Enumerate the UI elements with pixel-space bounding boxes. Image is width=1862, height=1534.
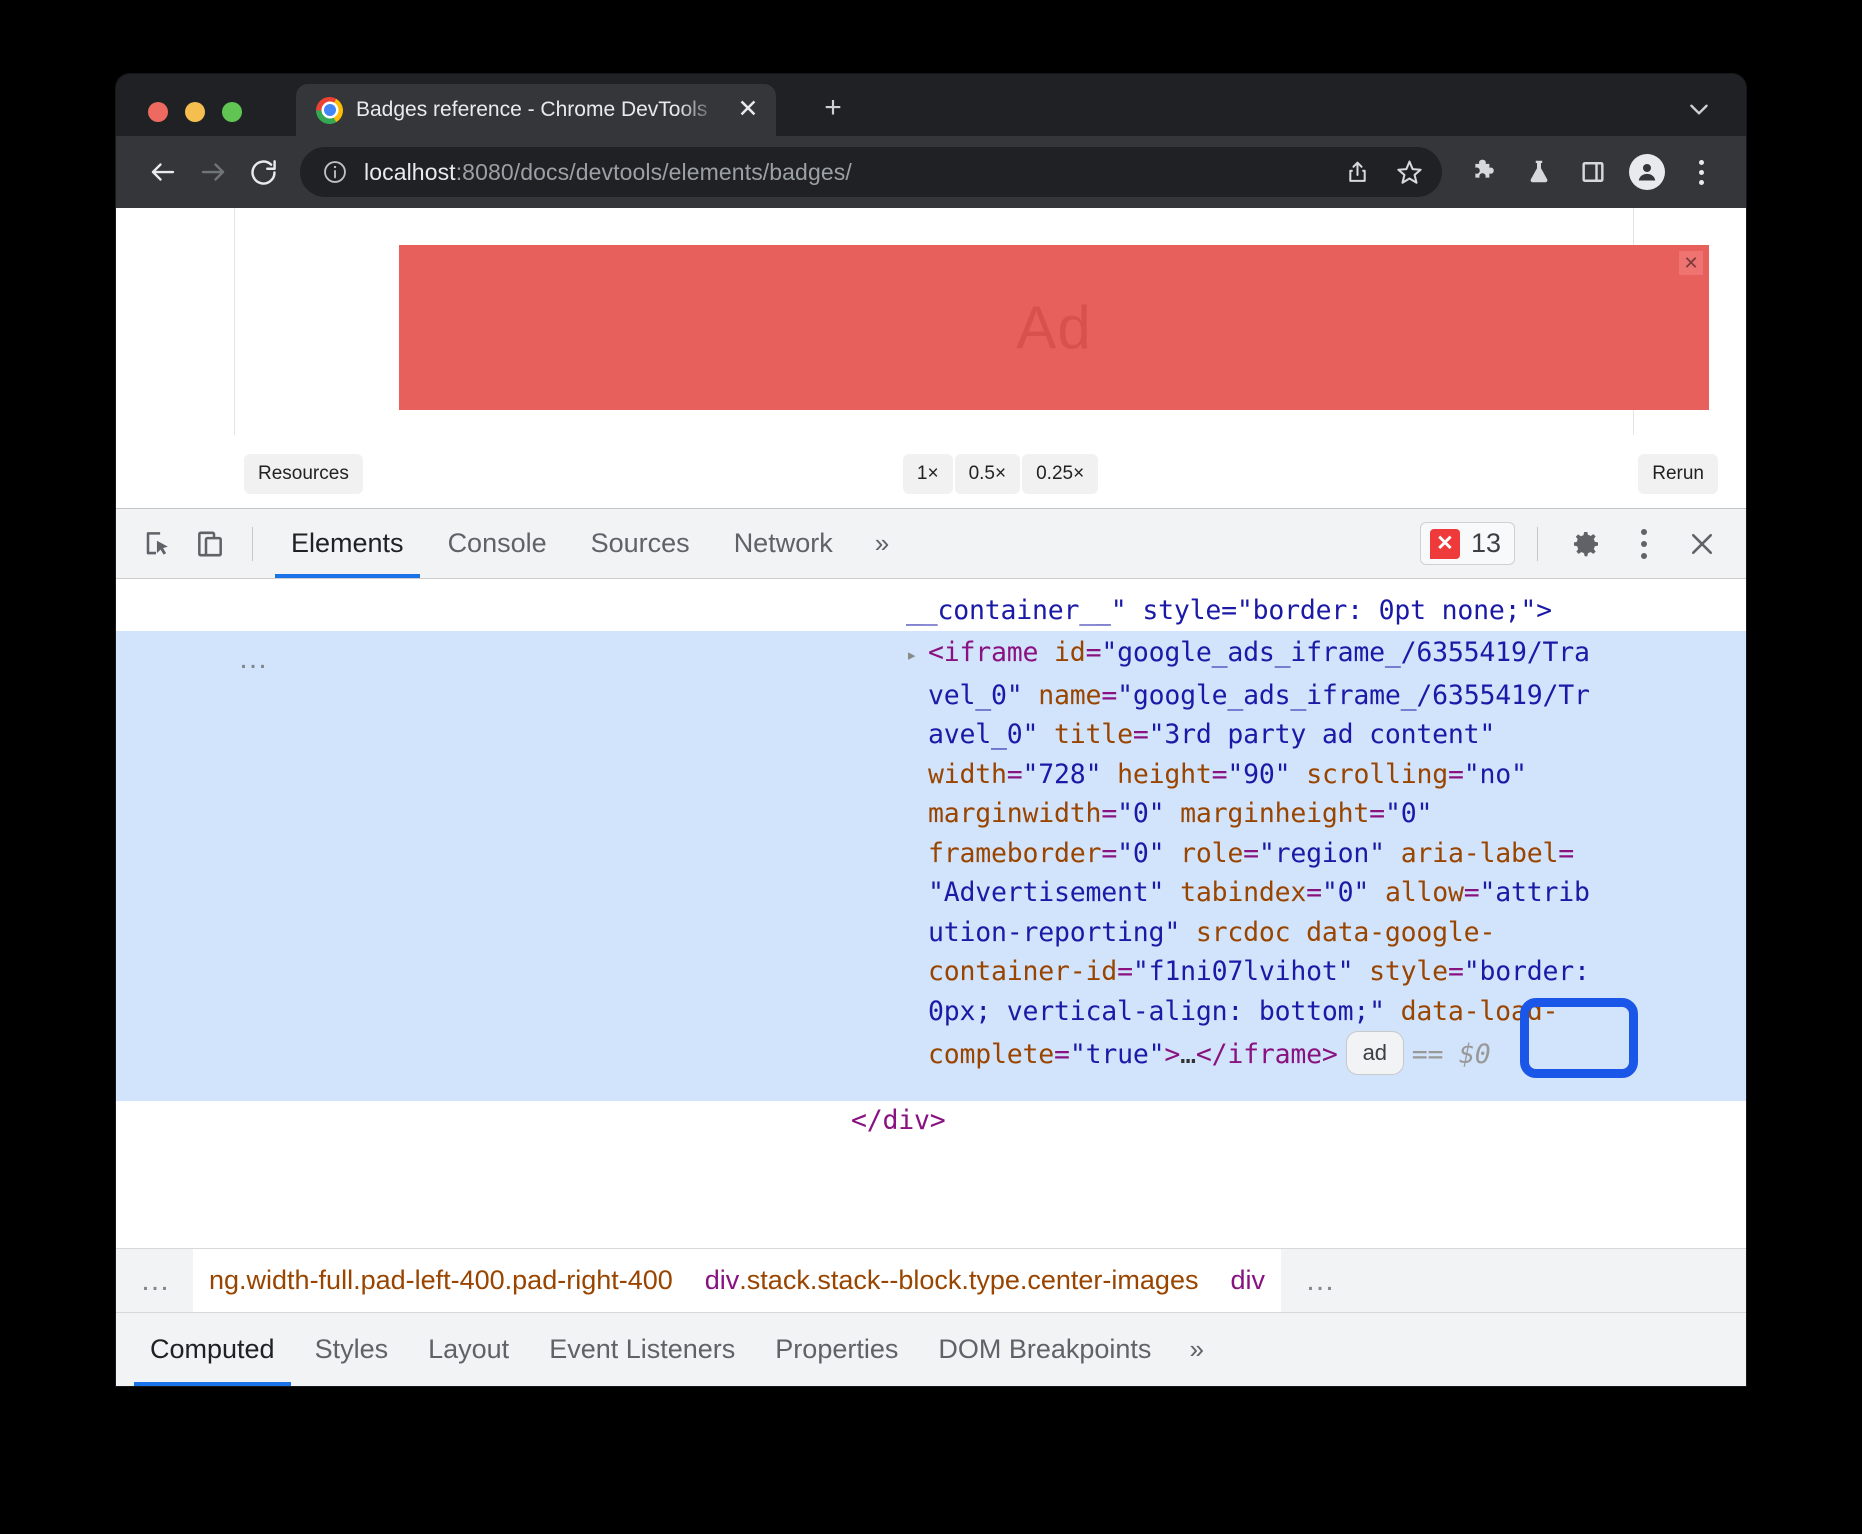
tab-sources[interactable]: Sources — [569, 509, 712, 578]
inspect-element-icon[interactable] — [132, 518, 184, 570]
error-count: 13 — [1471, 528, 1501, 559]
page-viewport: Ad ✕ Resources 1× 0.5× 0.25× Rerun — [116, 208, 1746, 508]
breadcrumb-item-2-tag: div — [1230, 1265, 1265, 1296]
scale-button-group: 1× 0.5× 0.25× — [903, 454, 1098, 494]
console-reference: == $0 — [1412, 1039, 1491, 1070]
close-icon[interactable] — [1676, 518, 1728, 570]
star-icon[interactable] — [1386, 149, 1432, 195]
reload-icon[interactable] — [238, 147, 288, 197]
omnibox-actions — [1334, 149, 1432, 195]
side-panel-icon[interactable] — [1570, 149, 1616, 195]
rerun-button[interactable]: Rerun — [1638, 454, 1718, 494]
ad-label: Ad — [1016, 293, 1091, 362]
scale-0.25x-button[interactable]: 0.25× — [1022, 454, 1098, 494]
site-info-icon[interactable] — [322, 159, 348, 185]
url-host: localhost — [364, 159, 456, 185]
ad-badge[interactable]: ad — [1346, 1031, 1404, 1075]
tab-dom-breakpoints[interactable]: DOM Breakpoints — [918, 1313, 1171, 1386]
tab-event-listeners[interactable]: Event Listeners — [529, 1313, 755, 1386]
dom-closing-div: </div> — [851, 1105, 946, 1136]
tab-computed[interactable]: Computed — [130, 1313, 295, 1386]
close-window-button[interactable] — [148, 102, 168, 122]
flask-icon[interactable] — [1516, 149, 1562, 195]
browser-toolbar-icons — [1462, 149, 1724, 195]
error-icon: ✕ — [1430, 529, 1460, 559]
dom-selected-code: ▸<iframe id="google_ads_iframe_/6355419/… — [906, 633, 1746, 1075]
gear-icon[interactable] — [1560, 518, 1612, 570]
page-content-frame: Ad ✕ — [234, 208, 1634, 435]
devtools-tab-list: Elements Console Sources Network » — [269, 509, 909, 578]
dom-line-partial: __container__" style="border: 0pt none;"… — [906, 595, 1552, 626]
dom-collapsed-siblings-ellipsis[interactable]: … — [238, 639, 271, 678]
back-arrow-icon[interactable] — [138, 147, 188, 197]
sidebar-tab-list: Computed Styles Layout Event Listeners P… — [116, 1312, 1746, 1386]
ad-banner[interactable]: Ad ✕ — [399, 245, 1709, 410]
chevron-down-icon[interactable] — [1682, 92, 1716, 126]
error-count-badge[interactable]: ✕ 13 — [1420, 522, 1515, 565]
tab-strip: Badges reference - Chrome DevTools ✕ + — [116, 74, 1746, 136]
avatar — [1629, 154, 1665, 190]
tab-properties[interactable]: Properties — [755, 1313, 918, 1386]
page-controls-bar: Resources 1× 0.5× 0.25× Rerun — [234, 450, 1746, 498]
ad-close-icon[interactable]: ✕ — [1679, 251, 1703, 275]
forward-arrow-icon — [188, 147, 238, 197]
new-tab-button[interactable]: + — [816, 92, 850, 126]
more-tabs-icon[interactable]: » — [855, 528, 909, 559]
puzzle-icon[interactable] — [1462, 149, 1508, 195]
traffic-lights — [148, 102, 242, 122]
url-path: :8080/docs/devtools/elements/badges/ — [456, 159, 852, 185]
devtools-toolbar-right: ✕ 13 — [1420, 518, 1728, 570]
scale-0.5x-button[interactable]: 0.5× — [955, 454, 1021, 494]
minimize-window-button[interactable] — [185, 102, 205, 122]
breadcrumb: … ng.width-full.pad-left-400.pad-right-4… — [116, 1248, 1746, 1312]
devtools-panel: Elements Console Sources Network » ✕ 13 — [116, 508, 1746, 1386]
dom-tree[interactable]: google_ads_iframe_/6355419/Travel_0 __co… — [116, 579, 1746, 1248]
breadcrumb-item-1-tag: div — [705, 1265, 740, 1296]
resources-button[interactable]: Resources — [244, 454, 363, 494]
profile-avatar-icon[interactable] — [1624, 149, 1670, 195]
url-text: localhost:8080/docs/devtools/elements/ba… — [364, 159, 1334, 186]
breadcrumb-item-0-classes: ng.width-full.pad-left-400.pad-right-400 — [209, 1265, 673, 1296]
close-icon[interactable]: ✕ — [734, 96, 762, 124]
tab-title: Badges reference - Chrome DevTools — [356, 98, 721, 122]
navigation-toolbar: localhost:8080/docs/devtools/elements/ba… — [116, 136, 1746, 208]
rerun-wrapper: Rerun — [1638, 454, 1718, 494]
share-icon[interactable] — [1334, 149, 1380, 195]
tab-elements[interactable]: Elements — [269, 509, 426, 578]
browser-tab[interactable]: Badges reference - Chrome DevTools ✕ — [296, 84, 776, 136]
browser-window: Badges reference - Chrome DevTools ✕ + l… — [116, 74, 1746, 1386]
three-dots-menu-icon[interactable] — [1678, 149, 1724, 195]
breadcrumb-leading-ellipsis[interactable]: … — [116, 1249, 193, 1312]
breadcrumb-item-2[interactable]: div — [1214, 1249, 1281, 1312]
tab-network[interactable]: Network — [712, 509, 855, 578]
breadcrumb-trailing-ellipsis[interactable]: … — [1281, 1249, 1358, 1312]
expand-triangle-icon[interactable]: ▸ — [906, 636, 928, 676]
three-dots-menu-icon[interactable] — [1618, 518, 1670, 570]
devtools-toolbar: Elements Console Sources Network » ✕ 13 — [116, 509, 1746, 579]
maximize-window-button[interactable] — [222, 102, 242, 122]
tab-styles[interactable]: Styles — [295, 1313, 409, 1386]
dom-selected-node[interactable]: … ▸<iframe id="google_ads_iframe_/635541… — [116, 631, 1746, 1101]
device-toolbar-icon[interactable] — [184, 518, 236, 570]
chrome-logo-icon — [316, 97, 343, 124]
toolbar-divider-right — [1537, 527, 1538, 561]
tab-layout[interactable]: Layout — [408, 1313, 529, 1386]
more-sidebar-tabs-icon[interactable]: » — [1171, 1334, 1221, 1365]
breadcrumb-item-1[interactable]: div.stack.stack--block.type.center-image… — [689, 1249, 1215, 1312]
breadcrumb-item-0[interactable]: ng.width-full.pad-left-400.pad-right-400 — [193, 1249, 689, 1312]
tab-console[interactable]: Console — [426, 509, 569, 578]
scale-1x-button[interactable]: 1× — [903, 454, 953, 494]
address-bar[interactable]: localhost:8080/docs/devtools/elements/ba… — [300, 147, 1442, 197]
toolbar-divider — [252, 527, 253, 561]
breadcrumb-item-1-classes: .stack.stack--block.type.center-images — [739, 1265, 1198, 1296]
